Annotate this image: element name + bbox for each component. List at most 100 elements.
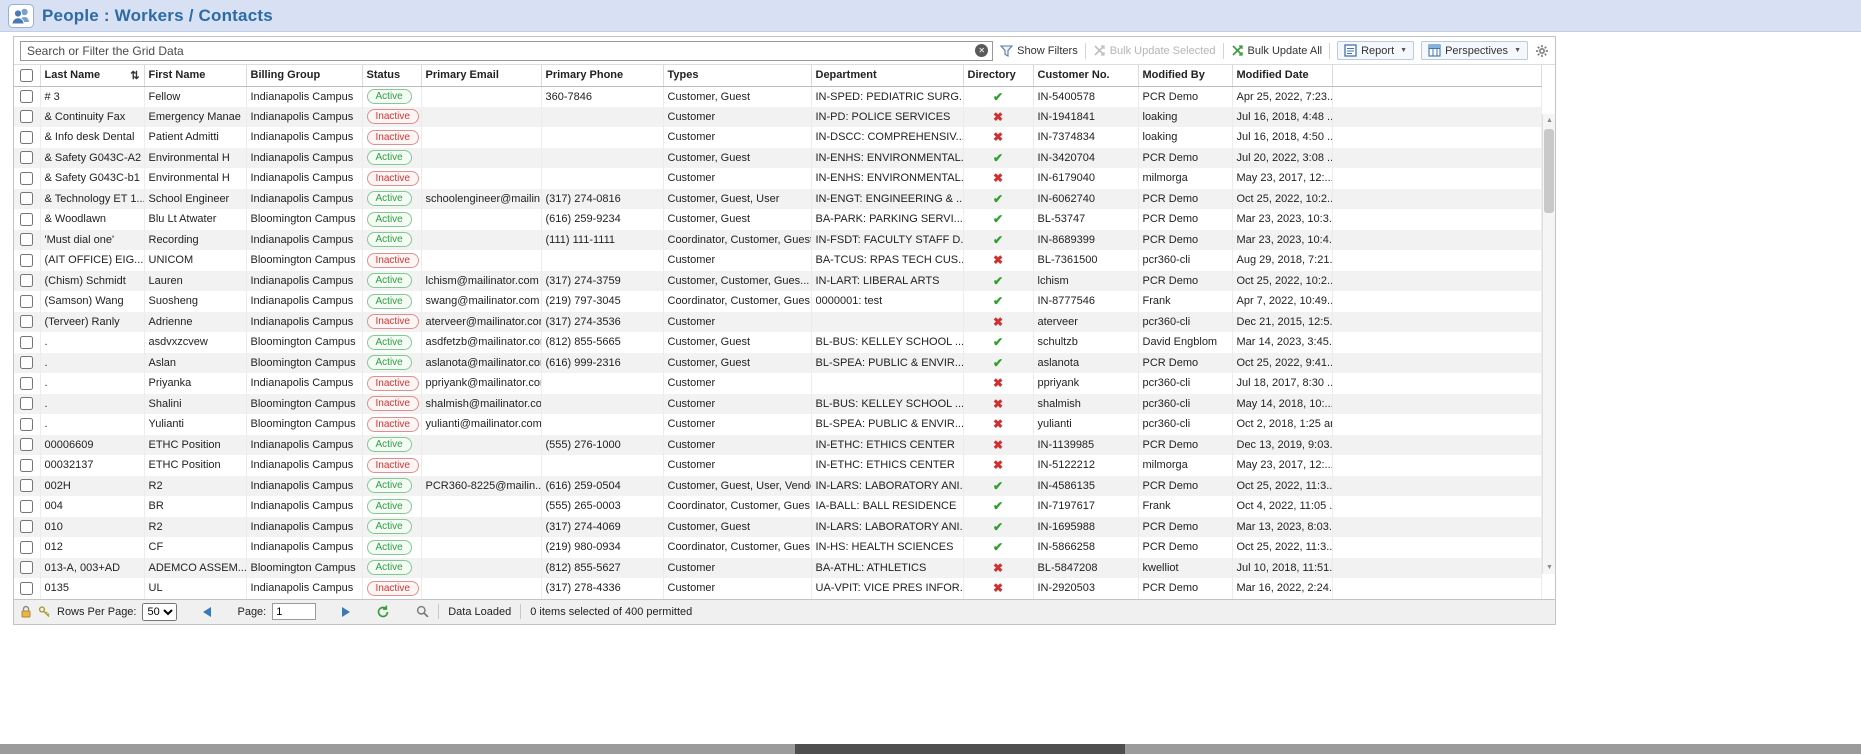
column-header-primary-email[interactable]: Primary Email	[421, 65, 541, 86]
cell-first: Patient Admitti	[144, 127, 246, 148]
row-checkbox[interactable]	[20, 192, 33, 205]
row-checkbox[interactable]	[20, 479, 33, 492]
column-header-primary-phone[interactable]: Primary Phone	[541, 65, 663, 86]
row-checkbox[interactable]	[20, 213, 33, 226]
cell-types: Customer, Guest, User	[663, 189, 811, 210]
row-checkbox[interactable]	[20, 336, 33, 349]
search-magnifier-icon[interactable]	[416, 605, 429, 618]
table-row[interactable]: .asdvxzcvewBloomington CampusActiveasdfe…	[14, 332, 1542, 353]
cell-first: School Engineer	[144, 189, 246, 210]
sort-icon[interactable]: ⇅	[130, 69, 139, 82]
cell-types: Customer	[663, 558, 811, 579]
row-checkbox[interactable]	[20, 377, 33, 390]
row-checkbox[interactable]	[20, 295, 33, 308]
clear-search-icon[interactable]: ✕	[975, 44, 988, 57]
column-header-modified-date[interactable]: Modified Date	[1232, 65, 1332, 86]
row-checkbox[interactable]	[20, 418, 33, 431]
row-checkbox[interactable]	[20, 274, 33, 287]
column-header-customer-no[interactable]: Customer No.	[1033, 65, 1138, 86]
directory-cell: ✔	[963, 476, 1033, 497]
row-checkbox[interactable]	[20, 459, 33, 472]
row-checkbox[interactable]	[20, 110, 33, 123]
table-row[interactable]: 012CFIndianapolis CampusActive(219) 980-…	[14, 537, 1542, 558]
table-row[interactable]: & Info desk DentalPatient AdmittiIndiana…	[14, 127, 1542, 148]
row-checkbox[interactable]	[20, 172, 33, 185]
horizontal-scrollbar[interactable]	[0, 744, 1861, 754]
row-checkbox[interactable]	[20, 397, 33, 410]
column-header-types[interactable]: Types	[663, 65, 811, 86]
table-row[interactable]: 004BRIndianapolis CampusActive(555) 265-…	[14, 496, 1542, 517]
table-row[interactable]: & Continuity FaxEmergency ManaeIndianapo…	[14, 107, 1542, 128]
table-row[interactable]: 00006609ETHC PositionIndianapolis Campus…	[14, 435, 1542, 456]
table-row[interactable]: .ShaliniBloomington CampusInactiveshalmi…	[14, 394, 1542, 415]
table-row[interactable]: (Samson) WangSuoshengIndianapolis Campus…	[14, 291, 1542, 312]
filler-cell	[1332, 312, 1542, 333]
scroll-up-icon[interactable]: ▲	[1543, 114, 1556, 127]
table-row[interactable]: # 3FellowIndianapolis CampusActive360-78…	[14, 86, 1542, 107]
table-row[interactable]: (Terveer) RanlyAdrienneIndianapolis Camp…	[14, 312, 1542, 333]
row-checkbox[interactable]	[20, 520, 33, 533]
cell-dept	[811, 312, 963, 333]
row-checkbox[interactable]	[20, 131, 33, 144]
bulk-update-selected-button[interactable]: Bulk Update Selected	[1093, 44, 1216, 57]
table-row[interactable]: 'Must dial one'RecordingIndianapolis Cam…	[14, 230, 1542, 251]
refresh-icon[interactable]	[376, 605, 390, 618]
column-header-billing-group[interactable]: Billing Group	[246, 65, 362, 86]
select-all-checkbox[interactable]	[20, 69, 33, 82]
table-row[interactable]: 0135ULIndianapolis CampusInactive(317) 2…	[14, 578, 1542, 599]
row-checkbox[interactable]	[20, 438, 33, 451]
status-cell: Active	[362, 230, 421, 251]
row-checkbox[interactable]	[20, 151, 33, 164]
column-header-directory[interactable]: Directory	[963, 65, 1033, 86]
cell-billing: Indianapolis Campus	[246, 107, 362, 128]
table-row[interactable]: & Technology ET 1...School EngineerIndia…	[14, 189, 1542, 210]
vertical-scrollbar-thumb[interactable]	[1544, 129, 1554, 213]
vertical-scrollbar[interactable]: ▲ ▼	[1542, 114, 1555, 574]
row-checkbox[interactable]	[20, 356, 33, 369]
table-row[interactable]: & WoodlawnBlu Lt AtwaterBloomington Camp…	[14, 209, 1542, 230]
table-row[interactable]: & Safety G043C-b1Environmental HIndianap…	[14, 168, 1542, 189]
table-row[interactable]: .YuliantiBloomington CampusInactiveyulia…	[14, 414, 1542, 435]
table-row[interactable]: .PriyankaIndianapolis CampusInactiveppri…	[14, 373, 1542, 394]
table-row[interactable]: (AIT OFFICE) EIG...UNICOMBloomington Cam…	[14, 250, 1542, 271]
perspectives-button[interactable]: Perspectives ▼	[1421, 41, 1528, 60]
cell-mod_date: May 14, 2018, 10:...	[1232, 394, 1332, 415]
scroll-down-icon[interactable]: ▼	[1543, 561, 1556, 574]
column-header-department[interactable]: Department	[811, 65, 963, 86]
row-checkbox[interactable]	[20, 582, 33, 595]
table-row[interactable]: & Safety G043C-A2Environmental HIndianap…	[14, 148, 1542, 169]
row-checkbox[interactable]	[20, 233, 33, 246]
row-checkbox[interactable]	[20, 561, 33, 574]
show-filters-button[interactable]: Show Filters	[1000, 45, 1078, 57]
search-input[interactable]	[20, 41, 993, 61]
next-page-button[interactable]	[342, 607, 350, 617]
horizontal-scrollbar-thumb[interactable]	[795, 744, 1125, 754]
cell-phone: (616) 999-2316	[541, 353, 663, 374]
cell-types: Customer, Guest	[663, 353, 811, 374]
bulk-update-all-button[interactable]: Bulk Update All	[1231, 44, 1323, 57]
status-cell: Active	[362, 476, 421, 497]
report-button[interactable]: Report ▼	[1337, 41, 1414, 60]
directory-cell: ✖	[963, 168, 1033, 189]
row-checkbox[interactable]	[20, 254, 33, 267]
column-header-first-name[interactable]: First Name	[144, 65, 246, 86]
row-checkbox[interactable]	[20, 500, 33, 513]
column-header-last-name[interactable]: Last Name ⇅	[40, 65, 144, 86]
row-checkbox[interactable]	[20, 315, 33, 328]
table-row[interactable]: 010R2Indianapolis CampusActive(317) 274-…	[14, 517, 1542, 538]
row-checkbox[interactable]	[20, 541, 33, 554]
cell-billing: Indianapolis Campus	[246, 291, 362, 312]
settings-gear-icon[interactable]	[1535, 44, 1549, 58]
page-number-input[interactable]	[272, 603, 316, 620]
column-header-modified-by[interactable]: Modified By	[1138, 65, 1232, 86]
rows-per-page-select[interactable]: 50	[142, 603, 177, 621]
table-row[interactable]: 00032137ETHC PositionIndianapolis Campus…	[14, 455, 1542, 476]
table-row[interactable]: 002HR2Indianapolis CampusActivePCR360-82…	[14, 476, 1542, 497]
column-header-status[interactable]: Status	[362, 65, 421, 86]
row-checkbox[interactable]	[20, 90, 33, 103]
status-badge: Inactive	[367, 376, 419, 391]
table-row[interactable]: (Chism) SchmidtLaurenIndianapolis Campus…	[14, 271, 1542, 292]
table-row[interactable]: .AslanBloomington CampusActiveaslanota@m…	[14, 353, 1542, 374]
previous-page-button[interactable]	[203, 607, 211, 617]
table-row[interactable]: 013-A, 003+ADADEMCO ASSEM...Bloomington …	[14, 558, 1542, 579]
